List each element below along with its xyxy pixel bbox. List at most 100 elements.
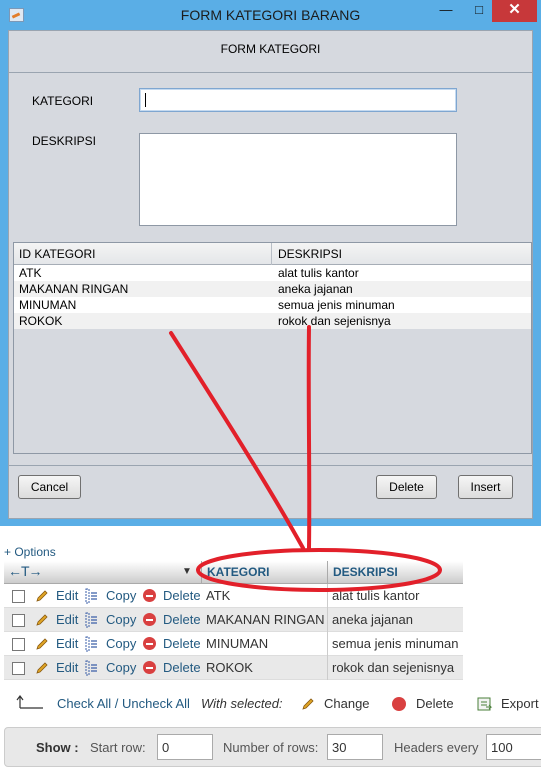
row-checkbox[interactable] xyxy=(12,662,25,675)
edit-link[interactable]: Edit xyxy=(56,636,78,651)
with-selected-label: With selected: xyxy=(201,696,283,711)
kategori-input[interactable] xyxy=(139,88,457,112)
kategori-table: ID KATEGORI DESKRIPSI ATK alat tulis kan… xyxy=(13,242,532,454)
export-button[interactable]: Export xyxy=(501,696,539,711)
cell-separator xyxy=(327,608,328,632)
pencil-icon[interactable] xyxy=(35,613,49,627)
cell-deskripsi: alat tulis kantor xyxy=(278,266,359,280)
column-header-kategori[interactable]: KATEGORI xyxy=(207,565,269,579)
table-row[interactable]: MAKANAN RINGAN aneka jajanan xyxy=(14,281,531,297)
row-checkbox[interactable] xyxy=(12,638,25,651)
copy-icon[interactable] xyxy=(85,660,99,676)
column-separator xyxy=(201,561,202,584)
form-header: FORM KATEGORI xyxy=(9,31,532,73)
cell-kategori: ATK xyxy=(206,588,231,603)
table-row[interactable]: ROKOK rokok dan sejenisnya xyxy=(14,313,531,329)
column-divider xyxy=(271,243,272,265)
delete-icon[interactable] xyxy=(143,661,156,674)
cell-separator xyxy=(327,632,328,656)
copy-link[interactable]: Copy xyxy=(106,636,136,651)
cancel-button[interactable]: Cancel xyxy=(18,475,81,499)
phpmyadmin-browse: + Options ←T→ ▼ KATEGORI DESKRIPSI Edit … xyxy=(0,526,541,772)
copy-icon[interactable] xyxy=(85,612,99,628)
cell-deskripsi: rokok dan sejenisnya xyxy=(278,314,391,328)
edit-link[interactable]: Edit xyxy=(56,588,78,603)
show-rows-bar: Show : Start row: 0 Number of rows: 30 H… xyxy=(4,727,541,767)
cell-id: MINUMAN xyxy=(19,298,77,312)
close-icon[interactable]: ✕ xyxy=(492,0,537,22)
table-row[interactable]: MINUMAN semua jenis minuman xyxy=(14,297,531,313)
button-bar: Cancel Delete Insert xyxy=(9,466,532,518)
headers-every-label: Headers every xyxy=(394,740,479,755)
deskripsi-label: DESKRIPSI xyxy=(32,134,97,148)
java-window: FORM KATEGORI BARANG — □ ✕ FORM KATEGORI… xyxy=(0,0,541,526)
table-row: Edit Copy Delete MAKANAN RINGAN aneka ja… xyxy=(4,608,463,632)
delete-selected-button[interactable]: Delete xyxy=(416,696,454,711)
headers-every-input[interactable]: 100 xyxy=(486,734,541,760)
cell-id: ATK xyxy=(19,266,42,280)
change-button[interactable]: Change xyxy=(324,696,370,711)
delete-icon[interactable] xyxy=(143,613,156,626)
edit-link[interactable]: Edit xyxy=(56,612,78,627)
insert-button[interactable]: Insert xyxy=(458,475,513,499)
column-header-deskripsi[interactable]: DESKRIPSI xyxy=(278,247,342,261)
cell-deskripsi: aneka jajanan xyxy=(278,282,353,296)
delete-link[interactable]: Delete xyxy=(163,636,201,651)
start-row-input[interactable]: 0 xyxy=(157,734,213,760)
delete-link[interactable]: Delete xyxy=(163,660,201,675)
options-link[interactable]: + Options xyxy=(4,545,56,559)
edit-link[interactable]: Edit xyxy=(56,660,78,675)
copy-link[interactable]: Copy xyxy=(106,588,136,603)
arrow-up-left-icon xyxy=(16,695,43,709)
column-header-deskripsi[interactable]: DESKRIPSI xyxy=(333,565,398,579)
cell-deskripsi: aneka jajanan xyxy=(332,612,413,627)
table-row: Edit Copy Delete ATK alat tulis kantor xyxy=(4,584,463,608)
window-client-area: FORM KATEGORI KATEGORI DESKRIPSI ID KATE… xyxy=(8,30,533,519)
number-of-rows-label: Number of rows: xyxy=(223,740,319,755)
column-arrows-icon[interactable]: ←T→ xyxy=(8,563,43,579)
cell-id: MAKANAN RINGAN xyxy=(19,282,129,296)
cell-id: ROKOK xyxy=(19,314,63,328)
maximize-icon[interactable]: □ xyxy=(465,0,493,22)
pencil-icon[interactable] xyxy=(35,589,49,603)
number-of-rows-input[interactable]: 30 xyxy=(327,734,383,760)
pencil-icon[interactable] xyxy=(35,661,49,675)
copy-link[interactable]: Copy xyxy=(106,660,136,675)
column-header-id[interactable]: ID KATEGORI xyxy=(19,247,95,261)
cell-separator xyxy=(327,656,328,680)
cell-deskripsi: semua jenis minuman xyxy=(278,298,395,312)
copy-link[interactable]: Copy xyxy=(106,612,136,627)
sort-dropdown-icon[interactable]: ▼ xyxy=(182,566,192,577)
deskripsi-textarea[interactable] xyxy=(139,133,457,226)
title-bar[interactable]: FORM KATEGORI BARANG — □ ✕ xyxy=(0,0,541,30)
cell-deskripsi: alat tulis kantor xyxy=(332,588,420,603)
row-checkbox[interactable] xyxy=(12,590,25,603)
minimize-icon[interactable]: — xyxy=(432,0,460,22)
export-icon[interactable] xyxy=(477,697,493,711)
delete-icon[interactable] xyxy=(143,637,156,650)
row-checkbox[interactable] xyxy=(12,614,25,627)
delete-link[interactable]: Delete xyxy=(163,612,201,627)
form-header-title: FORM KATEGORI xyxy=(220,42,321,56)
start-row-label: Start row: xyxy=(90,740,146,755)
check-all-link[interactable]: Check All / Uncheck All xyxy=(57,696,190,711)
cell-separator xyxy=(327,584,328,608)
delete-link[interactable]: Delete xyxy=(163,588,201,603)
check-all-bar: Check All / Uncheck All With selected: C… xyxy=(0,692,541,718)
form-panel: KATEGORI DESKRIPSI ID KATEGORI DESKRIPSI… xyxy=(9,73,532,466)
table-row: Edit Copy Delete MINUMAN semua jenis min… xyxy=(4,632,463,656)
delete-icon[interactable] xyxy=(392,697,406,711)
column-separator xyxy=(327,561,328,584)
cell-kategori: MAKANAN RINGAN xyxy=(206,612,325,627)
cell-kategori: ROKOK xyxy=(206,660,253,675)
delete-button[interactable]: Delete xyxy=(376,475,437,499)
text-caret xyxy=(145,93,146,107)
table-row[interactable]: ATK alat tulis kantor xyxy=(14,265,531,281)
pencil-icon[interactable] xyxy=(301,697,315,711)
delete-icon[interactable] xyxy=(143,589,156,602)
copy-icon[interactable] xyxy=(85,588,99,604)
table-header: ID KATEGORI DESKRIPSI xyxy=(14,243,531,265)
cell-deskripsi: semua jenis minuman xyxy=(332,636,459,651)
pencil-icon[interactable] xyxy=(35,637,49,651)
copy-icon[interactable] xyxy=(85,636,99,652)
